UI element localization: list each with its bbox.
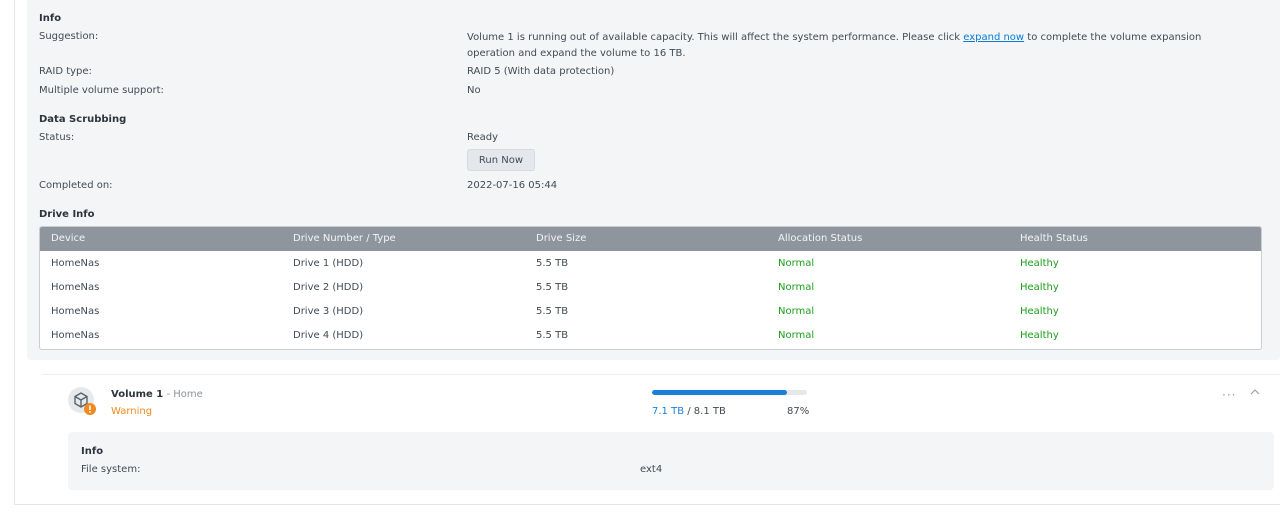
table-row[interactable]: HomeNas Drive 4 (HDD) 5.5 TB Normal Heal…	[40, 323, 1261, 347]
cell-health-status: Healthy	[1020, 282, 1059, 293]
suggestion-label: Suggestion:	[39, 31, 99, 42]
cell-drive-size: 5.5 TB	[536, 258, 569, 269]
drive-info-title: Drive Info	[39, 209, 95, 220]
multiple-volume-label: Multiple volume support:	[39, 85, 164, 96]
volume-separator: -	[163, 389, 174, 400]
volume-detail-panel	[68, 432, 1274, 490]
cell-allocation-status: Normal	[778, 258, 815, 269]
cell-device: HomeNas	[51, 282, 100, 293]
cell-allocation-status: Normal	[778, 282, 815, 293]
volume-usage-separator: /	[684, 406, 694, 417]
drive-info-table: Device Drive Number / Type Drive Size Al…	[39, 226, 1262, 350]
table-row[interactable]: HomeNas Drive 3 (HDD) 5.5 TB Normal Heal…	[40, 299, 1261, 323]
volume-cube-icon	[67, 386, 97, 416]
completed-on-value: 2022-07-16 05:44	[467, 180, 558, 191]
column-header-drive-number[interactable]: Drive Number / Type	[293, 233, 396, 244]
volume-usage-fill	[652, 390, 787, 395]
raid-type-label: RAID type:	[39, 66, 92, 77]
file-system-value: ext4	[640, 464, 663, 475]
cell-health-status: Healthy	[1020, 258, 1059, 269]
cell-device: HomeNas	[51, 258, 100, 269]
volume-used: 7.1 TB	[652, 406, 685, 417]
table-row[interactable]: HomeNas Drive 2 (HDD) 5.5 TB Normal Heal…	[40, 275, 1261, 299]
data-scrubbing-title: Data Scrubbing	[39, 114, 127, 125]
cell-health-status: Healthy	[1020, 306, 1059, 317]
scrubbing-status-label: Status:	[39, 132, 75, 143]
suggestion-text-cont: to complete the volume expansion	[1024, 32, 1202, 43]
table-header: Device Drive Number / Type Drive Size Al…	[40, 227, 1261, 251]
file-system-label: File system:	[81, 464, 141, 475]
completed-on-label: Completed on:	[39, 180, 113, 191]
raid-type-value: RAID 5 (With data protection)	[467, 66, 615, 77]
cell-drive-size: 5.5 TB	[536, 306, 569, 317]
more-horizontal-icon[interactable]: ···	[1222, 388, 1236, 402]
cell-drive-number: Drive 1 (HDD)	[293, 258, 364, 269]
scrubbing-status-value: Ready	[467, 132, 499, 143]
section-divider	[42, 374, 1280, 375]
cell-device: HomeNas	[51, 306, 100, 317]
column-header-health-status[interactable]: Health Status	[1020, 233, 1088, 244]
expand-now-link[interactable]: expand now	[963, 32, 1024, 43]
multiple-volume-value: No	[467, 85, 481, 96]
volume-usage-text: 7.1 TB / 8.1 TB	[652, 406, 726, 417]
volume-status-warning: Warning	[111, 406, 153, 417]
table-row[interactable]: HomeNas Drive 1 (HDD) 5.5 TB Normal Heal…	[40, 251, 1261, 275]
column-header-allocation-status[interactable]: Allocation Status	[778, 233, 862, 244]
volume-usage-bar	[652, 390, 807, 395]
cell-health-status: Healthy	[1020, 330, 1059, 341]
cell-drive-number: Drive 2 (HDD)	[293, 282, 364, 293]
suggestion-text-line2: operation and expand the volume to 16 TB…	[467, 48, 686, 59]
suggestion-text: Volume 1 is running out of available cap…	[467, 32, 964, 43]
column-header-device[interactable]: Device	[51, 233, 85, 244]
volume-description: Home	[173, 389, 203, 400]
info-section-title: Info	[39, 13, 62, 24]
volume-total: 8.1 TB	[693, 406, 726, 417]
column-header-drive-size[interactable]: Drive Size	[536, 233, 586, 244]
cell-allocation-status: Normal	[778, 330, 815, 341]
cell-drive-size: 5.5 TB	[536, 282, 569, 293]
cell-drive-size: 5.5 TB	[536, 330, 569, 341]
cell-device: HomeNas	[51, 330, 100, 341]
chevron-up-icon[interactable]	[1249, 386, 1261, 398]
cell-drive-number: Drive 4 (HDD)	[293, 330, 364, 341]
volume-usage-percent: 87%	[787, 406, 810, 417]
volume-info-title: Info	[81, 446, 104, 457]
volume-name: Volume 1	[111, 389, 164, 400]
cell-drive-number: Drive 3 (HDD)	[293, 306, 364, 317]
run-now-button[interactable]: Run Now	[467, 149, 535, 171]
volume-title[interactable]: Volume 1 - Home	[111, 389, 203, 400]
cell-allocation-status: Normal	[778, 306, 815, 317]
suggestion-value: Volume 1 is running out of available cap…	[467, 30, 1201, 62]
